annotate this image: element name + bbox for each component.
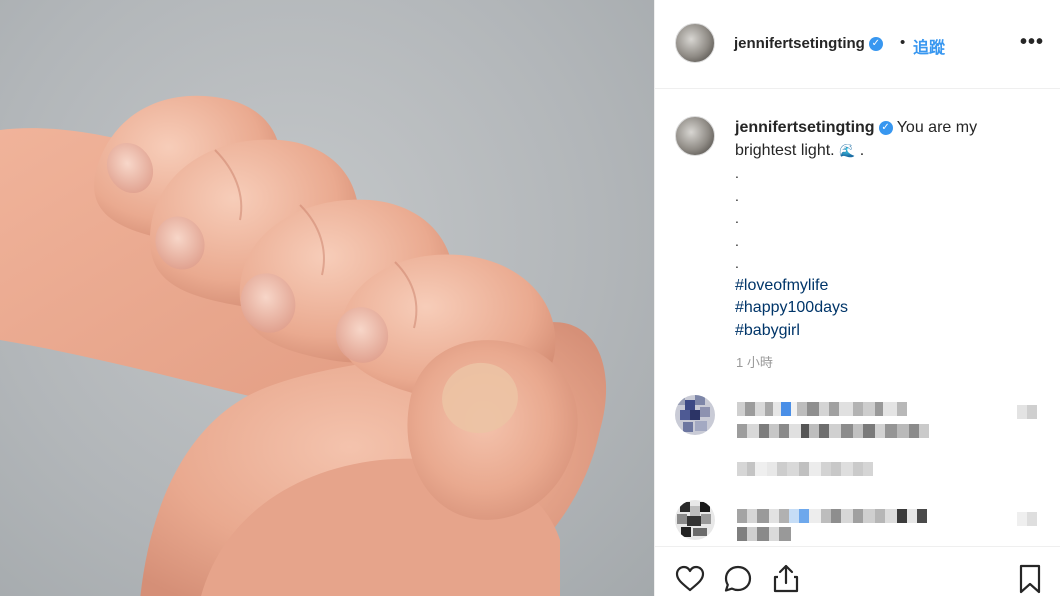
caption-dots: . . . . . [735,162,1035,275]
hashtag-link[interactable]: #loveofmylife [735,275,1035,298]
post-side-panel: jenniferts​etingting ✓ • 追蹤 ••• jennifert… [654,0,1060,597]
heart-icon[interactable] [674,563,706,595]
baby-hand-photo [0,95,607,596]
hashtag-link[interactable]: #babygirl [735,320,1035,343]
caption-dot: . [735,210,739,226]
comments-area[interactable]: jenniferts​etingting ✓ You are my brighte… [655,89,1060,545]
caption-avatar[interactable] [675,116,715,156]
pixelated-avatar-icon [675,395,715,435]
comment-icon[interactable] [722,563,754,595]
post-header: jenniferts​etingting ✓ • 追蹤 ••• [655,0,1060,89]
post-timestamp[interactable]: 1 小時 [736,352,773,371]
caption-text-line2: brightest light. [735,141,835,159]
pixelated-comment-text [737,527,797,541]
share-icon[interactable] [770,563,802,595]
verified-badge-icon: ✓ [868,37,883,52]
caption-dot: . [735,165,739,181]
separator-dot: • [900,34,906,51]
pixelated-comment-text [737,509,982,523]
caption-username[interactable]: jenniferts​etingting [735,119,875,136]
caption-trail: . [859,141,865,159]
bookmark-icon[interactable] [1014,563,1046,595]
hashtag-link[interactable]: #happy100days [735,297,1035,320]
pixelated-avatar-icon [675,500,715,540]
comment-item [675,500,1045,545]
pixelated-like-icon [1017,512,1037,526]
caption-dot: . [735,255,739,271]
caption: jenniferts​etingting ✓ You are my brighte… [735,117,1035,342]
more-options-icon[interactable]: ••• [1020,32,1044,52]
pixelated-comment-text [737,424,972,438]
pixelated-comment-text [737,402,977,416]
follow-button[interactable]: 追蹤 [913,34,945,58]
verified-badge-icon: ✓ [878,120,893,135]
comment-avatar[interactable] [675,395,715,435]
caption-dot: . [735,232,739,249]
caption-text-line1: You are my [896,119,978,136]
post-actions-bar [655,546,1060,597]
wave-emoji-icon: 🌊 [839,142,856,158]
pixelated-like-icon [1017,405,1037,419]
comment-avatar[interactable] [675,500,715,540]
caption-dot: . [735,187,739,204]
pixelated-comment-meta [737,462,907,476]
username-link[interactable]: jenniferts​etingting ✓ [734,35,883,52]
post-photo[interactable] [0,0,654,596]
comment-item [675,395,1045,476]
avatar[interactable] [675,23,715,63]
username-text[interactable]: jenniferts​etingting [734,35,865,52]
